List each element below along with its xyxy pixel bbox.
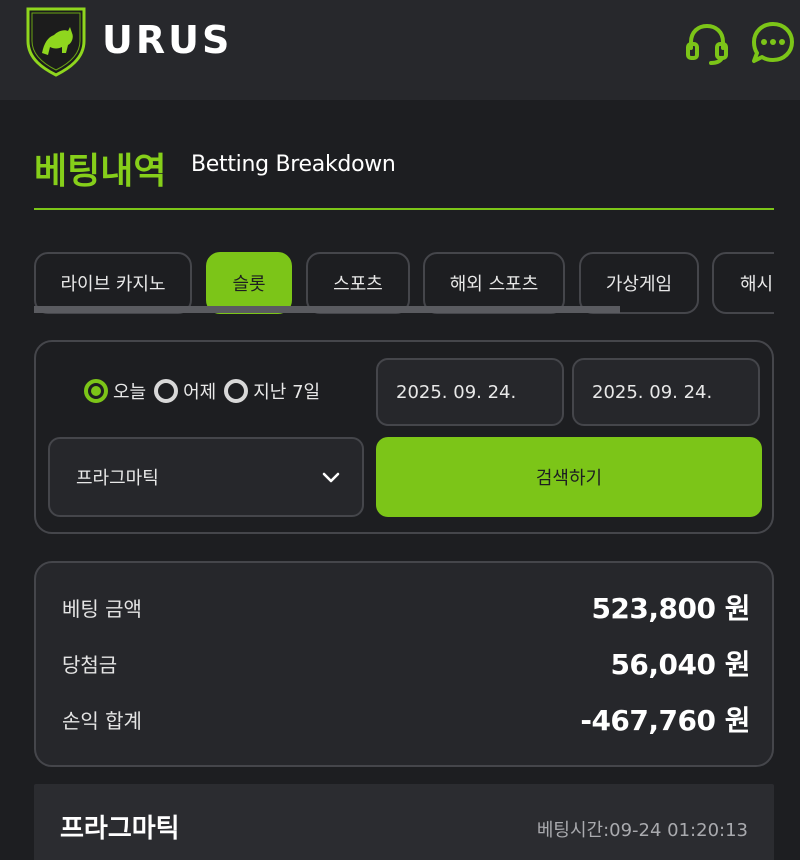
- tab-virtual-game[interactable]: 가상게임: [579, 252, 699, 314]
- radio-unchecked-icon: [154, 379, 179, 403]
- tabs-scrollbar[interactable]: [34, 306, 620, 313]
- radio-unchecked-icon: [224, 379, 249, 403]
- chevron-down-icon: [322, 472, 340, 483]
- tab-overseas-sports[interactable]: 해외 스포츠: [423, 252, 565, 314]
- page-title-section: 베팅내역 Betting Breakdown: [34, 138, 774, 210]
- tab-sports[interactable]: 스포츠: [306, 252, 410, 314]
- tab-slot[interactable]: 슬롯: [206, 252, 292, 314]
- provider-select[interactable]: 프라그마틱: [48, 437, 364, 517]
- bet-record-item[interactable]: 프라그마틱 베팅시간:09-24 01:20:13: [34, 784, 774, 860]
- radio-checked-icon: [84, 379, 108, 403]
- chat-bubble-icon[interactable]: [750, 20, 796, 66]
- record-provider: 프라그마틱: [60, 814, 180, 844]
- search-button[interactable]: 검색하기: [376, 437, 762, 517]
- date-from-input[interactable]: 2025. 09. 24.: [376, 358, 564, 426]
- brand-name: URUS: [102, 18, 233, 62]
- summary-row-bet-amount: 베팅 금액 523,800 원: [62, 592, 750, 625]
- radio-yesterday[interactable]: 어제: [154, 378, 216, 404]
- app-header: URUS: [0, 0, 800, 100]
- period-radio-group: 오늘 어제 지난 7일: [84, 378, 328, 404]
- headset-icon[interactable]: [684, 20, 730, 66]
- date-to-input[interactable]: 2025. 09. 24.: [572, 358, 760, 426]
- category-tabs: 라이브 카지노 슬롯 스포츠 해외 스포츠 가상게임 해시: [34, 252, 774, 314]
- filter-panel: 오늘 어제 지난 7일 2025. 09. 24. 2025. 09. 24. …: [34, 340, 774, 534]
- tab-live-casino[interactable]: 라이브 카지노: [34, 252, 192, 314]
- lamborghini-logo[interactable]: [24, 5, 88, 77]
- page-title: 베팅내역: [34, 151, 167, 192]
- radio-last-7-days[interactable]: 지난 7일: [224, 378, 320, 404]
- record-bet-time: 베팅시간:09-24 01:20:13: [536, 820, 748, 841]
- tab-hash[interactable]: 해시: [712, 252, 774, 314]
- page-subtitle: Betting Breakdown: [191, 152, 396, 177]
- provider-select-value: 프라그마틱: [76, 468, 159, 489]
- betting-summary: 베팅 금액 523,800 원 당첨금 56,040 원 손익 합계 -467,…: [34, 561, 774, 767]
- summary-row-profit-loss: 손익 합계 -467,760 원: [62, 704, 750, 737]
- radio-today[interactable]: 오늘: [84, 378, 146, 404]
- summary-row-winnings: 당첨금 56,040 원: [62, 648, 750, 681]
